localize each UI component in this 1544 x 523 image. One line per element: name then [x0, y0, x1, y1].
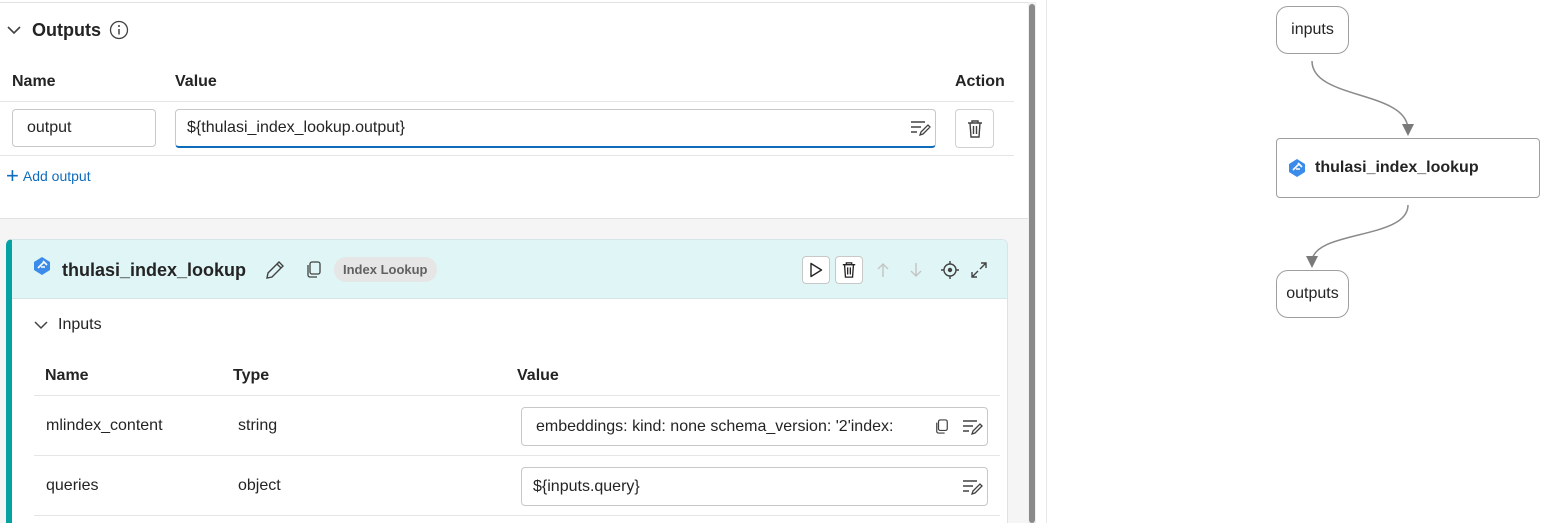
edge-node-to-outputs: [1306, 204, 1409, 268]
graph-node-inputs[interactable]: inputs: [1276, 6, 1349, 54]
graph-edges: [1306, 60, 1414, 268]
edge-inputs-to-node: [1311, 60, 1414, 136]
graph-node-outputs[interactable]: outputs: [1276, 270, 1349, 318]
graph-node-tool[interactable]: thulasi_index_lookup: [1276, 138, 1540, 198]
index-lookup-tool-icon: [1289, 159, 1305, 177]
flow-editor: Outputs Name Value Action output ${thula…: [0, 0, 1544, 523]
